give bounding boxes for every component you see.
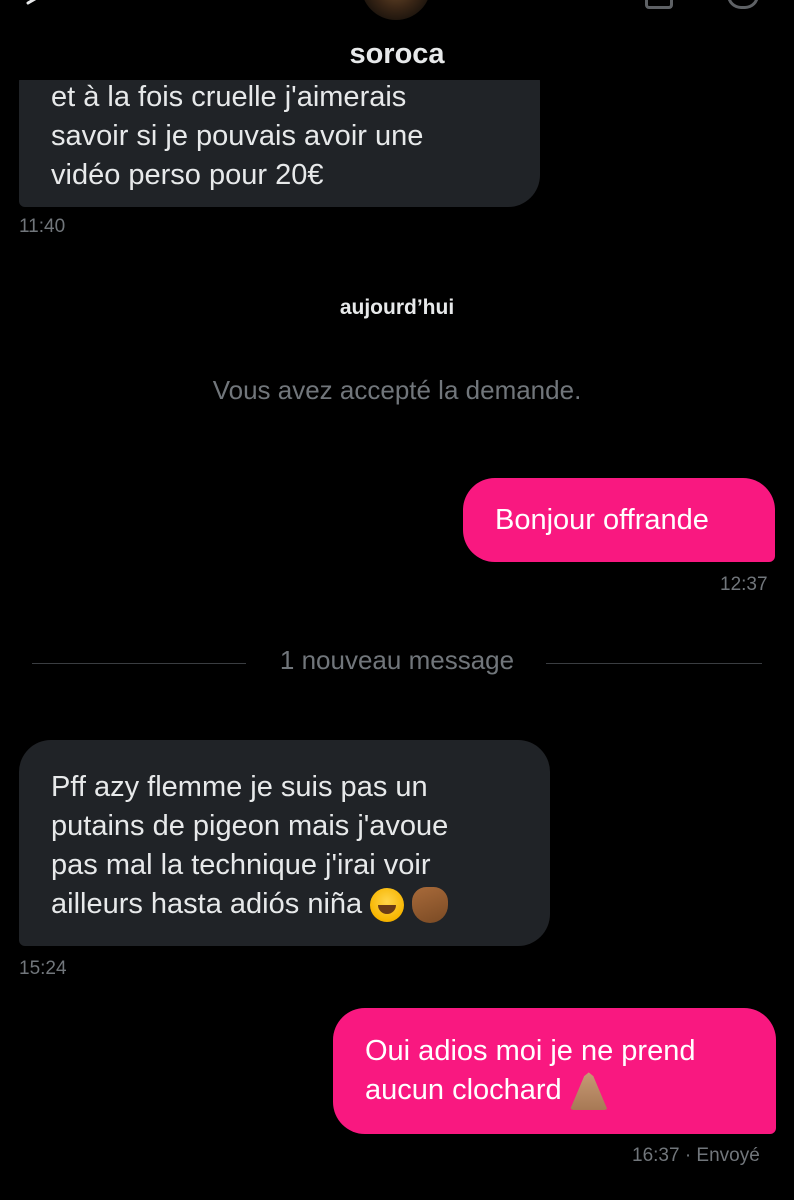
waving-hand-emoji-icon xyxy=(412,887,449,924)
message-line: et à la fois cruelle j'aimerais xyxy=(51,81,407,113)
new-message-label: 1 nouveau message xyxy=(279,645,515,675)
message-timestamp: 11:40 xyxy=(19,216,66,237)
day-separator: aujourd’hui xyxy=(339,296,455,319)
message-text: aucun clochard xyxy=(365,1074,562,1106)
face-with-tears-of-joy-emoji-icon xyxy=(370,888,405,923)
new-message-divider: 1 nouveau message xyxy=(32,645,762,681)
message-timestamp: 12:37 xyxy=(720,574,768,595)
message-line: ailleurs hasta adiós niña xyxy=(51,885,518,924)
system-message: Vous avez accepté la demande. xyxy=(212,375,582,405)
conversation-title[interactable]: soroca xyxy=(0,38,794,71)
info-icon[interactable] xyxy=(645,0,673,9)
message-time: 16:37 xyxy=(632,1145,680,1166)
message-line: aucun clochard xyxy=(365,1071,744,1111)
message-line: putains de pigeon mais j'avoue xyxy=(51,810,449,842)
message-text: ailleurs hasta adiós niña xyxy=(51,888,363,920)
message-line: Oui adios moi je ne prend xyxy=(365,1035,696,1067)
folded-hands-emoji-icon xyxy=(569,1072,608,1111)
back-arrow-icon[interactable] xyxy=(22,0,44,14)
message-line: pas mal la technique j'irai voir xyxy=(51,849,431,881)
avatar[interactable] xyxy=(361,0,431,20)
conversation-header: soroca xyxy=(0,0,794,80)
message-line: vidéo perso pour 20€ xyxy=(51,159,324,191)
shield-icon[interactable] xyxy=(727,0,759,9)
divider-line xyxy=(546,663,762,664)
message-timestamp: 15:24 xyxy=(19,958,67,979)
message-line: Pff azy flemme je suis pas un xyxy=(51,771,428,803)
received-message-bubble[interactable]: Pff azy flemme je suis pas un putains de… xyxy=(19,740,550,946)
message-line: savoir si je pouvais avoir une xyxy=(51,120,424,152)
delivery-status: · Envoyé xyxy=(684,1145,760,1166)
message-timestamp: 16:37 · Envoyé xyxy=(632,1145,760,1167)
sent-message-bubble[interactable]: Oui adios moi je ne prend aucun clochard xyxy=(333,1008,776,1134)
sent-message-bubble[interactable]: Bonjour offrande xyxy=(463,478,775,562)
message-line: Bonjour offrande xyxy=(495,504,709,536)
